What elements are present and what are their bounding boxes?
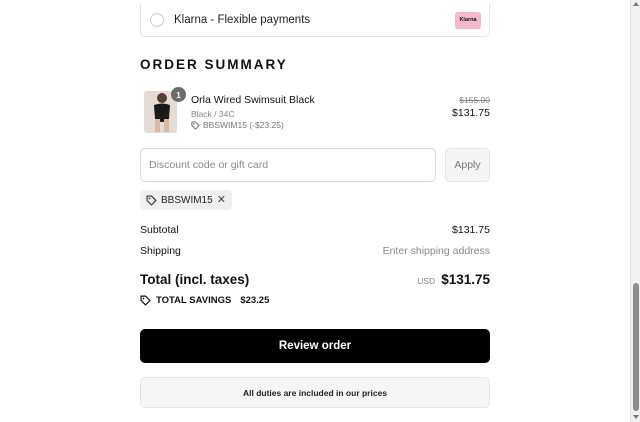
- total-savings-value: $23.25: [240, 295, 270, 306]
- discount-code-input[interactable]: [140, 148, 436, 182]
- page-scrollbar[interactable]: [630, 0, 640, 422]
- subtotal-row: Subtotal $131.75: [140, 224, 490, 236]
- scroll-down-arrow-icon[interactable]: [633, 415, 639, 419]
- product-original-price: $155.00: [459, 95, 490, 105]
- tag-icon: [191, 120, 200, 130]
- apply-discount-button[interactable]: Apply: [445, 148, 490, 182]
- shipping-label: Shipping: [140, 245, 181, 257]
- applied-code-text: BBSWIM15: [161, 194, 213, 206]
- quantity-badge: 1: [171, 87, 186, 102]
- shipping-value: Enter shipping address: [382, 245, 490, 257]
- duties-notice: All duties are included in our prices: [140, 377, 490, 408]
- close-icon[interactable]: ✕: [217, 194, 226, 206]
- scrollbar-thumb[interactable]: [633, 283, 639, 411]
- currency-code: USD: [417, 276, 436, 286]
- product-variant: Black / 34C: [191, 109, 235, 119]
- payment-option-klarna[interactable]: Klarna - Flexible payments Klarna: [140, 4, 490, 37]
- review-order-button[interactable]: Review order: [140, 329, 490, 363]
- total-value: $131.75: [441, 272, 490, 287]
- total-savings-label: TOTAL SAVINGS: [156, 295, 232, 306]
- shipping-row: Shipping Enter shipping address: [140, 245, 490, 257]
- subtotal-value: $131.75: [452, 224, 490, 236]
- product-line-item: 1 Orla Wired Swimsuit Black Black / 34C …: [140, 87, 490, 134]
- product-discount-text: BBSWIM15 (-$23.25): [203, 120, 284, 130]
- tag-icon: [140, 295, 151, 306]
- applied-code-chip: BBSWIM15 ✕: [140, 190, 232, 210]
- total-row: Total (incl. taxes) USD $131.75: [140, 272, 490, 287]
- radio-unchecked-icon[interactable]: [150, 13, 164, 27]
- total-savings: TOTAL SAVINGS $23.25: [140, 295, 269, 306]
- total-label: Total (incl. taxes): [140, 272, 250, 287]
- payment-option-label: Klarna - Flexible payments: [174, 14, 311, 26]
- scroll-up-arrow-icon[interactable]: [633, 2, 639, 6]
- tag-icon: [146, 195, 157, 206]
- product-discount: BBSWIM15 (-$23.25): [191, 120, 284, 130]
- subtotal-label: Subtotal: [140, 224, 179, 236]
- klarna-logo-icon: Klarna: [455, 11, 481, 29]
- duties-notice-text: All duties are included in our prices: [242, 387, 388, 398]
- order-summary-title: ORDER SUMMARY: [140, 57, 288, 72]
- product-price: $131.75: [452, 107, 490, 119]
- product-name: Orla Wired Swimsuit Black: [191, 94, 315, 106]
